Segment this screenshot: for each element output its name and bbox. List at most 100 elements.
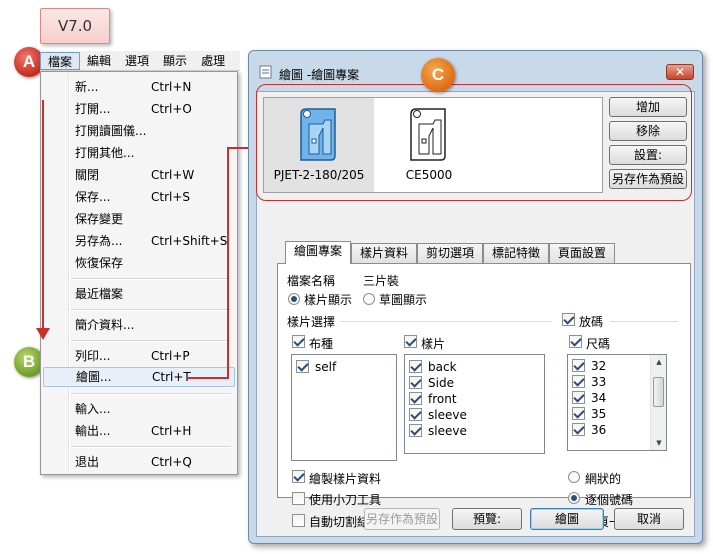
- item-checkbox[interactable]: [409, 376, 422, 389]
- item-checkbox[interactable]: [572, 423, 585, 436]
- nested-radio[interactable]: [568, 471, 580, 483]
- menu-separator: [71, 446, 231, 448]
- group-divider: [340, 321, 552, 322]
- by-size-label: 逐個號碼: [585, 493, 634, 507]
- menu-item-label: 關閉: [75, 168, 100, 182]
- shortcut: Ctrl+N: [151, 80, 192, 94]
- size-label: 尺碼: [586, 337, 611, 351]
- menu-separator: [71, 309, 231, 311]
- menu-item-label: 輸出...: [75, 424, 111, 438]
- menu-item-import[interactable]: 輸入...: [43, 399, 235, 419]
- scroll-thumb[interactable]: [653, 377, 664, 407]
- piece-display-radio[interactable]: [288, 293, 300, 305]
- menu-item-label: 簡介資料...: [75, 318, 135, 332]
- list-item-label: 32: [591, 359, 607, 373]
- menu-item-save-changes[interactable]: 保存變更: [43, 209, 235, 229]
- menu-item-label: 保存...: [75, 190, 111, 204]
- grading-checkbox[interactable]: [562, 313, 575, 326]
- menu-item-exit[interactable]: 退出 Ctrl+Q: [43, 452, 235, 472]
- use-knife-tool-checkbox[interactable]: [292, 492, 305, 505]
- group-divider: [610, 321, 678, 322]
- item-checkbox[interactable]: [409, 392, 422, 405]
- app-icon: [259, 65, 272, 79]
- menu-item-new[interactable]: 新... Ctrl+N: [43, 77, 235, 97]
- menu-item-open-other[interactable]: 打開其他...: [43, 143, 235, 163]
- piece-label: 樣片: [421, 337, 446, 351]
- item-checkbox[interactable]: [572, 375, 585, 388]
- shortcut: Ctrl+W: [151, 168, 195, 182]
- shortcut: Ctrl+T: [152, 370, 191, 384]
- item-checkbox[interactable]: [572, 407, 585, 420]
- dialog-title: 繪圖 -繪圖專案: [279, 68, 360, 82]
- menu-item-print[interactable]: 列印... Ctrl+P: [43, 346, 235, 366]
- arrow-c-line-h1: [188, 377, 228, 379]
- scroll-down-icon[interactable]: ▼: [651, 436, 667, 450]
- shortcut: Ctrl+O: [151, 102, 192, 116]
- menu-item-label: 退出: [75, 455, 100, 469]
- plot-button[interactable]: 繪圖: [530, 508, 604, 530]
- use-knife-tool-label: 使用小刀工具: [309, 493, 382, 507]
- size-list[interactable]: 32 33 34 35 36 37 ▲ ▼: [567, 354, 667, 451]
- size-checkbox[interactable]: [569, 335, 582, 348]
- arrow-a-line: [42, 100, 44, 332]
- menu-bar: 檔案 編輯 選項 顯示 處理: [40, 51, 240, 71]
- cancel-button[interactable]: 取消: [614, 508, 684, 530]
- menu-view[interactable]: 顯示: [156, 52, 194, 70]
- draw-piece-info-checkbox[interactable]: [292, 470, 305, 483]
- menu-process[interactable]: 處理: [194, 52, 232, 70]
- menu-item-export[interactable]: 輸出... Ctrl+H: [43, 421, 235, 441]
- item-checkbox[interactable]: [572, 391, 585, 404]
- plotter-area-highlight: [256, 84, 692, 201]
- fabric-checkbox[interactable]: [292, 335, 305, 348]
- menu-item-revert[interactable]: 恢復保存: [43, 253, 235, 273]
- piece-selection-label: 樣片選擇: [287, 315, 336, 329]
- size-list-scrollbar[interactable]: ▲ ▼: [650, 355, 666, 450]
- save-as-default-button[interactable]: 另存作為預設: [364, 508, 440, 530]
- item-checkbox[interactable]: [409, 408, 422, 421]
- tab-panel-plot-project: 檔案名稱 三片裝 樣片顯示 草圖顯示 樣片選擇 放碼 布種 樣片 尺碼 self…: [277, 263, 691, 498]
- menu-file[interactable]: 檔案: [40, 51, 81, 70]
- menu-item-open-digitizer[interactable]: 打開讀圖儀...: [43, 121, 235, 141]
- file-name-label: 檔案名稱: [287, 274, 336, 288]
- grading-label: 放碼: [579, 315, 604, 329]
- menu-item-save-as[interactable]: 另存為... Ctrl+Shift+S: [43, 231, 235, 251]
- piece-checkbox[interactable]: [404, 335, 417, 348]
- menu-options[interactable]: 選項: [118, 52, 156, 70]
- menu-separator: [71, 340, 231, 342]
- menu-item-label: 繪圖...: [76, 370, 112, 384]
- piece-display-label: 樣片顯示: [304, 293, 353, 307]
- menu-item-recent-files[interactable]: 最近檔案: [43, 284, 235, 304]
- shortcut: Ctrl+H: [151, 424, 192, 438]
- step-badge-c: C: [421, 58, 455, 92]
- item-checkbox[interactable]: [409, 360, 422, 373]
- close-button[interactable]: ✕: [666, 64, 694, 80]
- tab-plot-project[interactable]: 繪圖專案: [285, 241, 351, 264]
- scroll-up-icon[interactable]: ▲: [651, 355, 667, 369]
- menu-separator: [71, 393, 231, 395]
- sketch-display-radio[interactable]: [363, 293, 375, 305]
- shortcut: Ctrl+P: [151, 349, 190, 363]
- list-item-label: 35: [591, 407, 607, 421]
- arrow-c-line-v: [227, 147, 229, 379]
- preview-button[interactable]: 預覽:: [452, 508, 522, 530]
- item-checkbox[interactable]: [409, 424, 422, 437]
- menu-edit[interactable]: 編輯: [80, 52, 118, 70]
- shortcut: Ctrl+Q: [151, 455, 192, 469]
- fabric-list[interactable]: self: [291, 354, 397, 461]
- piece-list[interactable]: back Side front sleeve sleeve: [404, 354, 545, 454]
- tab-page-setup[interactable]: 頁面設置: [549, 243, 615, 263]
- menu-item-save[interactable]: 保存... Ctrl+S: [43, 187, 235, 207]
- menu-item-close[interactable]: 關閉 Ctrl+W: [43, 165, 235, 185]
- menu-item-profile[interactable]: 簡介資料...: [43, 315, 235, 335]
- tab-piece-info[interactable]: 樣片資料: [351, 243, 417, 263]
- menu-item-open[interactable]: 打開... Ctrl+O: [43, 99, 235, 119]
- shortcut: Ctrl+S: [151, 190, 191, 204]
- tab-cut-options[interactable]: 剪切選項: [417, 243, 483, 263]
- list-item-label: sleeve: [428, 408, 467, 422]
- draw-piece-info-label: 繪製樣片資料: [309, 472, 382, 486]
- by-size-radio[interactable]: [568, 492, 580, 504]
- auto-cut-internal-checkbox[interactable]: [292, 514, 305, 527]
- item-checkbox[interactable]: [572, 359, 585, 372]
- item-checkbox[interactable]: [296, 360, 309, 373]
- tab-marker-features[interactable]: 標記特徵: [483, 243, 549, 263]
